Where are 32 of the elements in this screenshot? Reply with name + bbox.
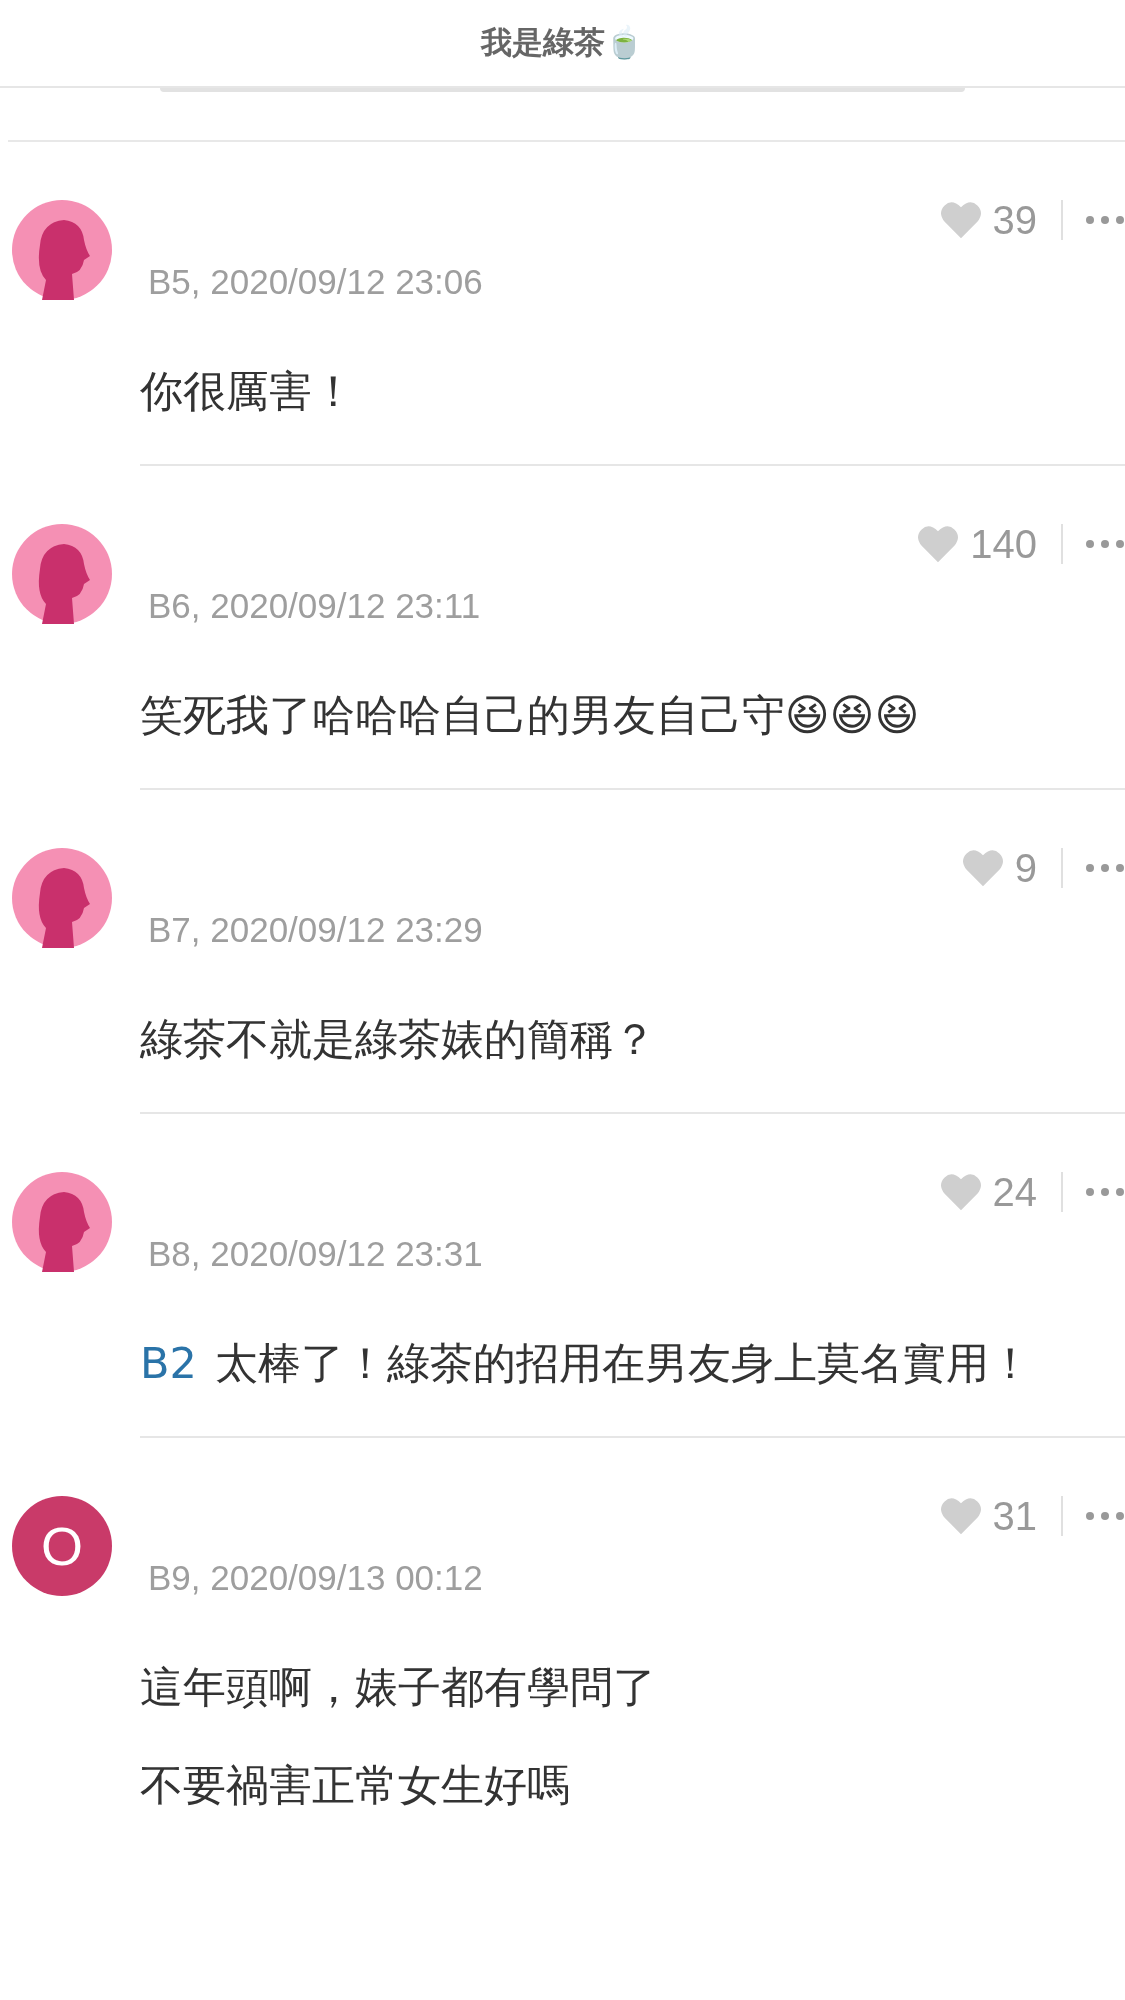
comment-text: 綠茶不就是綠茶婊的簡稱？ (140, 1013, 657, 1066)
more-icon[interactable] (1085, 863, 1125, 873)
comment-text: B2 太棒了！綠茶的招用在男友身上莫名實用！ (140, 1337, 1033, 1390)
more-icon[interactable] (1085, 539, 1125, 549)
avatar-icon[interactable] (12, 848, 112, 948)
like-count: 9 (1014, 845, 1037, 891)
comment-floor-time: B5, 2020/09/12 23:06 (148, 262, 483, 301)
more-icon[interactable] (1085, 215, 1125, 225)
more-icon[interactable] (1085, 1511, 1125, 1521)
more-icon[interactable] (1085, 1187, 1125, 1197)
heart-icon[interactable] (938, 200, 983, 240)
heart-icon[interactable] (938, 1172, 983, 1212)
avatar-icon[interactable]: O (12, 1496, 112, 1596)
floor-mention-link[interactable]: B2 (140, 1338, 197, 1388)
comment-text: 這年頭啊，婊子都有學問了 不要禍害正常女生好嗎 (140, 1661, 657, 1812)
heart-icon[interactable] (938, 1496, 983, 1536)
comment-floor-time: B9, 2020/09/13 00:12 (148, 1558, 483, 1597)
avatar-icon[interactable] (12, 200, 112, 300)
like-count: 140 (970, 521, 1037, 567)
heart-icon[interactable] (916, 524, 961, 564)
like-count: 24 (992, 1169, 1037, 1215)
avatar-icon[interactable] (12, 1172, 112, 1272)
heart-icon[interactable] (960, 848, 1005, 888)
post-title: 我是綠茶🍵 (481, 23, 644, 62)
comment-floor-time: B8, 2020/09/12 23:31 (148, 1234, 483, 1273)
comment-floor-time: B7, 2020/09/12 23:29 (148, 910, 483, 949)
comment-text: 你很厲害！ (140, 365, 356, 418)
avatar-icon[interactable] (12, 524, 112, 624)
like-count: 39 (992, 197, 1037, 243)
comment-text: 笑死我了哈哈哈自己的男友自己守😆😆😆 (140, 689, 921, 742)
like-count: 31 (992, 1493, 1037, 1539)
comment-floor-time: B6, 2020/09/12 23:11 (148, 586, 481, 625)
